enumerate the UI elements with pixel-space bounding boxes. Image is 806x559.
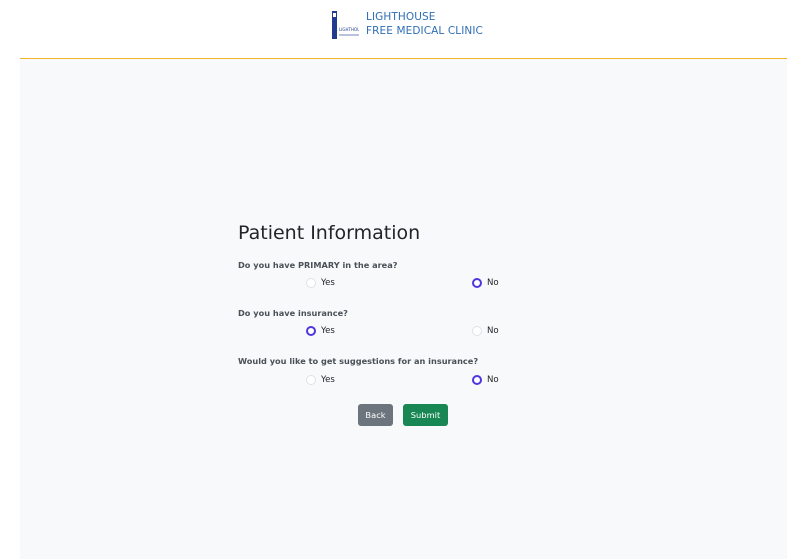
suggestions-no-option[interactable]: No [472, 375, 499, 385]
question-suggestions-label: Would you like to get suggestions for an… [238, 356, 479, 366]
back-button[interactable]: Back [358, 404, 393, 426]
insurance-yes-radio[interactable] [306, 326, 316, 336]
insurance-no-label: No [487, 326, 499, 336]
insurance-yes-label: Yes [321, 326, 335, 336]
primary-no-label: No [487, 278, 499, 288]
insurance-no-radio[interactable] [472, 326, 482, 336]
suggestions-yes-option[interactable]: Yes [306, 375, 335, 385]
suggestions-no-label: No [487, 375, 499, 385]
page-title: Patient Information [238, 222, 421, 244]
brand-line-2: FREE MEDICAL CLINIC [366, 25, 483, 37]
lighthouse-logo-icon: LIGHTHOUSE [330, 10, 360, 40]
suggestions-yes-radio[interactable] [306, 375, 316, 385]
brand[interactable]: LIGHTHOUSE LIGHTHOUSE FREE MEDICAL CLINI… [330, 10, 483, 40]
site-header: LIGHTHOUSE LIGHTHOUSE FREE MEDICAL CLINI… [0, 0, 806, 60]
main-content: Patient Information Do you have PRIMARY … [20, 59, 787, 559]
patient-information-form: Patient Information Do you have PRIMARY … [238, 222, 538, 385]
primary-yes-option[interactable]: Yes [306, 278, 335, 288]
question-primary-label: Do you have PRIMARY in the area? [238, 260, 398, 270]
suggestions-no-radio[interactable] [472, 375, 482, 385]
primary-yes-label: Yes [321, 278, 335, 288]
primary-yes-radio[interactable] [306, 278, 316, 288]
primary-no-radio[interactable] [472, 278, 482, 288]
brand-name: LIGHTHOUSE FREE MEDICAL CLINIC [366, 10, 483, 38]
suggestions-yes-label: Yes [321, 375, 335, 385]
insurance-yes-option[interactable]: Yes [306, 326, 335, 336]
insurance-no-option[interactable]: No [472, 326, 499, 336]
primary-no-option[interactable]: No [472, 278, 499, 288]
submit-button[interactable]: Submit [403, 404, 448, 426]
brand-line-1: LIGHTHOUSE [366, 11, 436, 23]
question-insurance-label: Do you have insurance? [238, 308, 348, 318]
